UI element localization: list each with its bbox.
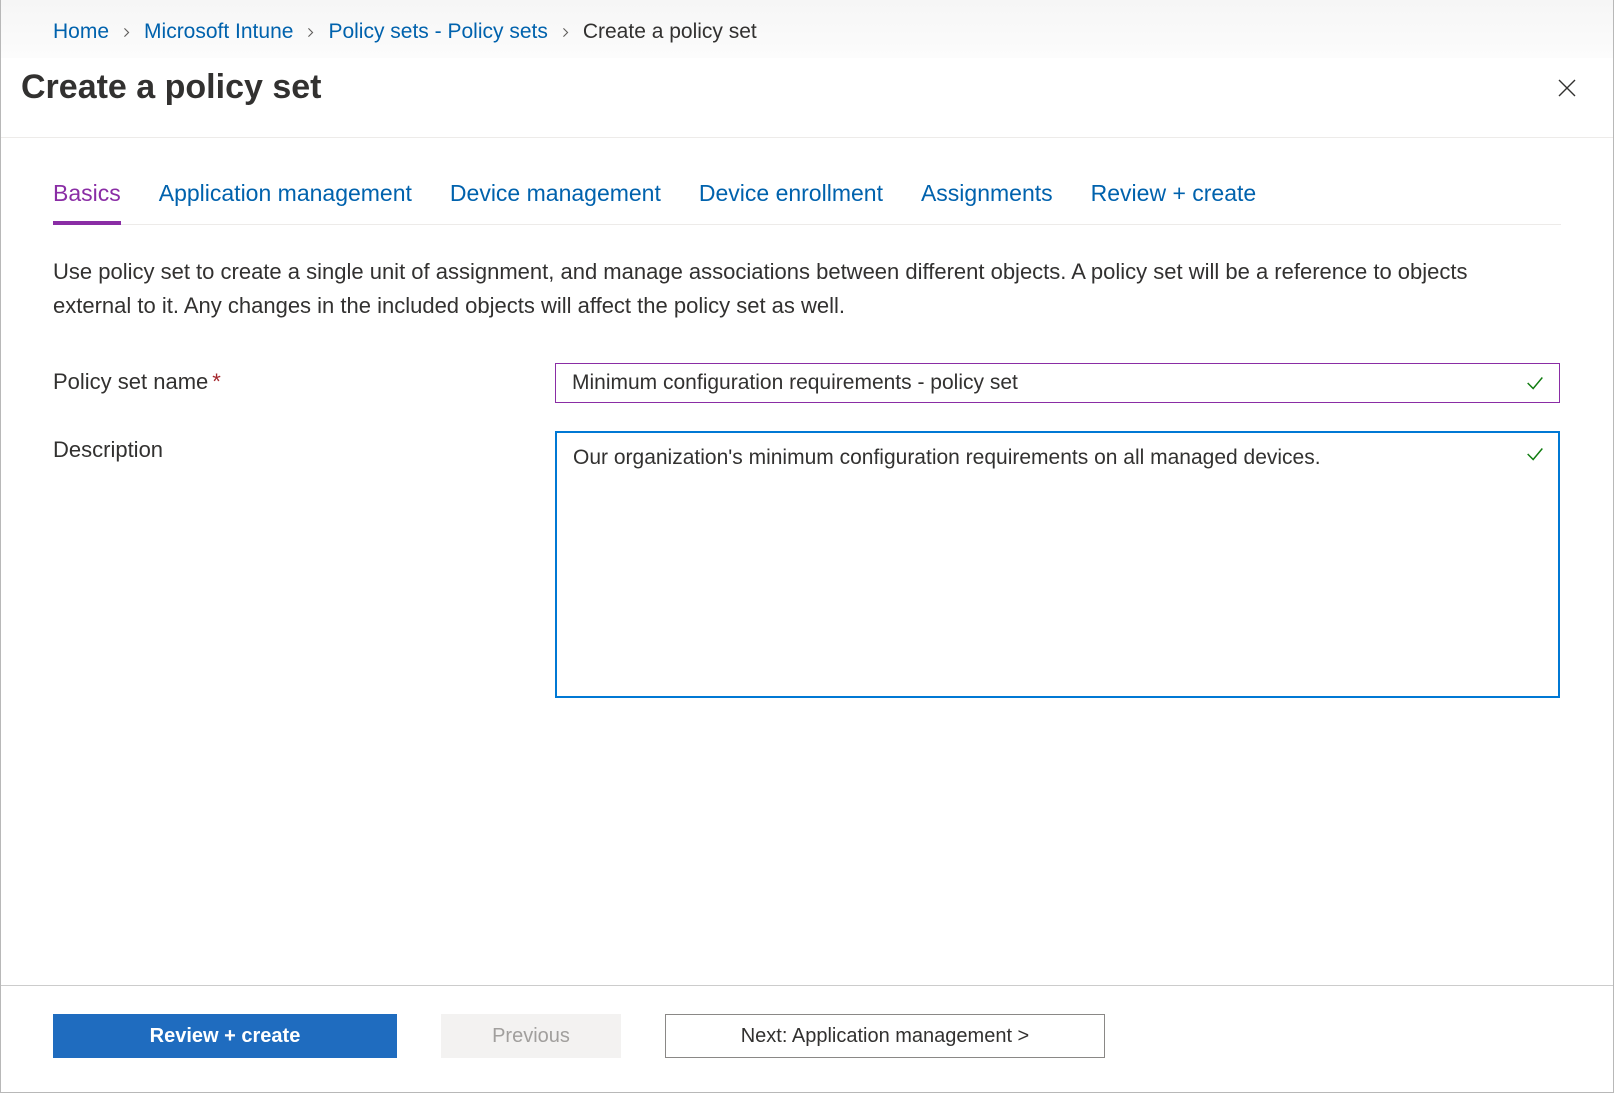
checkmark-icon [1524, 372, 1546, 399]
breadcrumb-link-intune[interactable]: Microsoft Intune [144, 20, 293, 44]
chevron-right-icon [560, 20, 571, 44]
tab-application-management[interactable]: Application management [159, 174, 412, 225]
tab-device-management[interactable]: Device management [450, 174, 661, 225]
tab-strip: Basics Application management Device man… [53, 174, 1561, 225]
previous-button: Previous [441, 1014, 621, 1058]
description-label: Description [53, 431, 555, 463]
chevron-right-icon [305, 20, 316, 44]
tab-device-enrollment[interactable]: Device enrollment [699, 174, 883, 225]
breadcrumb-link-home[interactable]: Home [53, 20, 109, 44]
policy-set-name-label: Policy set name* [53, 363, 555, 395]
description-input[interactable] [555, 431, 1560, 698]
checkmark-icon [1524, 443, 1546, 470]
chevron-right-icon [121, 20, 132, 44]
close-icon [1555, 88, 1579, 103]
next-button[interactable]: Next: Application management > [665, 1014, 1105, 1058]
page-title: Create a policy set [21, 68, 321, 107]
tab-basics[interactable]: Basics [53, 174, 121, 225]
breadcrumb-link-policy-sets[interactable]: Policy sets - Policy sets [328, 20, 547, 44]
tab-assignments[interactable]: Assignments [921, 174, 1053, 225]
review-create-button[interactable]: Review + create [53, 1014, 397, 1058]
required-indicator: * [212, 369, 221, 394]
tab-review-create[interactable]: Review + create [1091, 174, 1257, 225]
footer-actions: Review + create Previous Next: Applicati… [1, 985, 1613, 1092]
breadcrumb-current: Create a policy set [583, 20, 757, 44]
breadcrumb: Home Microsoft Intune Policy sets - Poli… [1, 0, 1613, 58]
intro-text: Use policy set to create a single unit o… [53, 255, 1533, 323]
close-button[interactable] [1551, 72, 1583, 107]
policy-set-name-input[interactable] [555, 363, 1560, 403]
